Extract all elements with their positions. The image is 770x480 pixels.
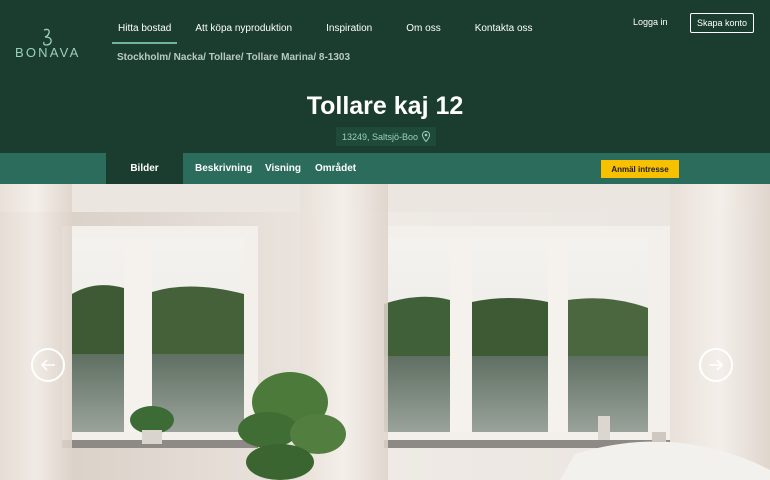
nav-item-att-kopa-nyproduktion[interactable]: Att köpa nyproduktion (189, 18, 298, 44)
listing-subnav: Bilder Beskrivning Visning Området Anmäl… (0, 153, 770, 184)
gallery-photo (0, 184, 770, 480)
tab-beskrivning[interactable]: Beskrivning (195, 153, 252, 184)
bonava-logo[interactable]: BONAVA (15, 28, 85, 64)
listing-address[interactable]: 13249, Saltsjö-Boo (336, 127, 437, 146)
register-interest-button[interactable]: Anmäl intresse (601, 160, 679, 178)
nav-item-om-oss[interactable]: Om oss (400, 18, 446, 44)
tab-omradet[interactable]: Området (315, 153, 356, 184)
breadcrumb[interactable]: Stockholm/ Nacka/ Tollare/ Tollare Marin… (117, 52, 350, 63)
gallery-next-button[interactable] (699, 348, 733, 382)
brand-name: BONAVA (15, 45, 81, 60)
map-pin-icon (422, 131, 431, 142)
nav-item-kontakta-oss[interactable]: Kontakta oss (469, 18, 539, 44)
login-link[interactable]: Logga in (633, 17, 668, 27)
bonava-logo-icon (43, 28, 52, 46)
image-gallery[interactable] (0, 184, 770, 480)
gallery-prev-button[interactable] (31, 348, 65, 382)
site-header: BONAVA Hitta bostad Att köpa nyproduktio… (0, 0, 770, 153)
tab-bilder[interactable]: Bilder (106, 153, 183, 184)
nav-item-hitta-bostad[interactable]: Hitta bostad (112, 18, 178, 44)
arrow-left-circle-icon (40, 359, 55, 371)
signup-button[interactable]: Skapa konto (690, 13, 754, 33)
listing-title: Tollare kaj 12 (306, 92, 464, 120)
address-text: 13249, Saltsjö-Boo (342, 131, 419, 142)
main-nav: Hitta bostad Att köpa nyproduktion Inspi… (112, 18, 561, 44)
nav-item-inspiration[interactable]: Inspiration (320, 18, 378, 44)
tab-visning[interactable]: Visning (265, 153, 301, 184)
arrow-right-circle-icon (709, 359, 724, 371)
